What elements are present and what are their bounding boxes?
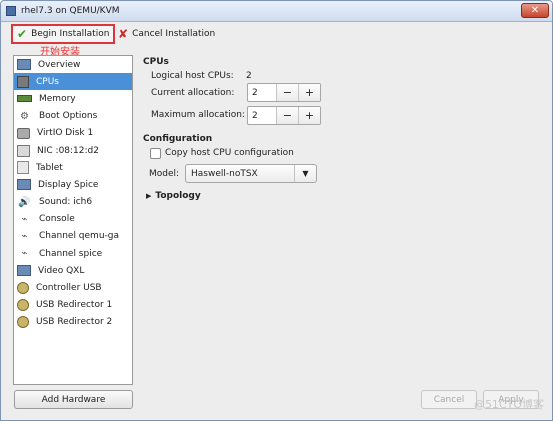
sidebar-item-label: Console [39, 214, 75, 225]
sidebar-item-virtio-disk[interactable]: VirtIO Disk 1 [14, 125, 132, 142]
increment-button[interactable]: + [298, 84, 320, 101]
sidebar-item-label: Channel qemu-ga [39, 231, 120, 242]
model-dropdown-value: Haswell-noTSX [191, 168, 258, 179]
sidebar-item-sound[interactable]: 🔊 Sound: ich6 [14, 194, 132, 211]
topology-label: Topology [155, 191, 201, 201]
sidebar-item-label: Channel spice [39, 248, 103, 259]
decrement-button[interactable]: − [276, 107, 298, 124]
sidebar-item-controller-usb[interactable]: Controller USB [14, 279, 132, 296]
app-icon [6, 6, 16, 16]
sidebar-item-tablet[interactable]: Tablet [14, 159, 132, 176]
model-label: Model: [149, 169, 180, 179]
cancel-installation-label: Cancel Installation [132, 29, 216, 39]
sidebar-item-channel-spice[interactable]: ⌁ Channel spice [14, 245, 132, 262]
memory-icon [17, 95, 32, 103]
cancel-x-icon: ✘ [118, 27, 129, 41]
current-allocation-label: Current allocation: [151, 88, 235, 98]
expand-arrow-icon: ▶ [146, 192, 152, 200]
sidebar-item-label: USB Redirector 2 [36, 317, 113, 328]
video-icon [17, 265, 31, 277]
tablet-icon [17, 161, 29, 175]
add-hardware-button[interactable]: Add Hardware [14, 390, 133, 409]
toolbar: ✔ Begin Installation ✘ Cancel Installati… [1, 22, 552, 48]
title-bar: rhel7.3 on QEMU/KVM ✕ [1, 1, 552, 22]
sidebar-item-usb-redirector-2[interactable]: USB Redirector 2 [14, 314, 132, 331]
sidebar-item-video-qxl[interactable]: Video QXL [14, 262, 132, 279]
begin-installation-button[interactable]: ✔ Begin Installation [11, 24, 116, 44]
sidebar-item-label: Memory [39, 93, 76, 104]
sidebar-item-label: VirtIO Disk 1 [37, 128, 94, 139]
begin-installation-label: Begin Installation [31, 29, 110, 39]
sound-icon: 🔊 [18, 196, 31, 208]
checkmark-icon: ✔ [17, 27, 28, 41]
current-allocation-spinner: 2 − + [247, 83, 321, 102]
model-dropdown[interactable]: Haswell-noTSX ▼ [185, 164, 317, 183]
maximum-allocation-input[interactable]: 2 [248, 107, 276, 124]
monitor-icon [17, 59, 31, 71]
gear-icon: ⚙ [20, 110, 29, 122]
chevron-down-icon: ▼ [294, 165, 316, 182]
sidebar-item-label: Overview [38, 59, 81, 70]
display-icon [17, 179, 31, 191]
sidebar-item-label: Controller USB [36, 283, 102, 294]
logical-host-cpus-value: 2 [246, 71, 252, 81]
sidebar-item-cpus[interactable]: CPUs [14, 73, 132, 91]
sidebar-item-label: Boot Options [39, 111, 98, 122]
increment-button[interactable]: + [298, 107, 320, 124]
sidebar-item-channel-qemu-ga[interactable]: ⌁ Channel qemu-ga [14, 228, 132, 245]
nic-icon [17, 144, 30, 157]
sidebar-item-nic[interactable]: NIC :08:12:d2 [14, 142, 132, 159]
window-title: rhel7.3 on QEMU/KVM [21, 6, 120, 16]
maximum-allocation-spinner: 2 − + [247, 106, 321, 125]
configuration-heading: Configuration [143, 134, 213, 144]
close-button[interactable]: ✕ [521, 3, 549, 18]
usb-icon [17, 316, 29, 329]
cpus-heading: CPUs [143, 57, 169, 67]
usb-icon [17, 299, 29, 312]
main-window: rhel7.3 on QEMU/KVM ✕ ✔ Begin Installati… [0, 0, 553, 421]
console-icon: ⌁ [21, 213, 28, 225]
disk-icon [17, 127, 30, 139]
details-panel: CPUs Logical host CPUs: 2 Current alloca… [143, 55, 543, 385]
sidebar-item-label: Display Spice [38, 179, 99, 190]
sidebar-item-label: USB Redirector 1 [36, 300, 113, 311]
current-allocation-input[interactable]: 2 [248, 84, 276, 101]
copy-host-cpu-label: Copy host CPU configuration [165, 148, 294, 158]
sidebar-item-label: Sound: ich6 [39, 197, 93, 208]
sidebar-item-label: CPUs [36, 76, 59, 87]
sidebar-item-label: Tablet [36, 162, 63, 173]
sidebar-item-overview[interactable]: Overview [14, 56, 132, 73]
watermark: @51CTO博客 [473, 398, 544, 411]
logical-host-cpus-label: Logical host CPUs: [151, 71, 234, 81]
sidebar-item-memory[interactable]: Memory [14, 90, 132, 107]
topology-expander[interactable]: ▶ Topology [146, 191, 201, 201]
hardware-list: Overview CPUs Memory ⚙ Boot Options Virt… [13, 55, 133, 385]
cpu-icon [17, 75, 29, 88]
controller-icon [17, 282, 29, 295]
sidebar-item-console[interactable]: ⌁ Console [14, 211, 132, 228]
sidebar-item-label: Video QXL [38, 265, 85, 276]
maximum-allocation-label: Maximum allocation: [151, 110, 245, 120]
sidebar-item-display-spice[interactable]: Display Spice [14, 176, 132, 193]
sidebar-item-usb-redirector-1[interactable]: USB Redirector 1 [14, 297, 132, 314]
sidebar-item-boot-options[interactable]: ⚙ Boot Options [14, 108, 132, 125]
cancel-button[interactable]: Cancel [421, 390, 477, 409]
channel-icon: ⌁ [21, 230, 28, 242]
copy-host-cpu-checkbox[interactable] [150, 148, 161, 159]
channel-icon: ⌁ [21, 248, 28, 260]
cancel-installation-button[interactable]: ✘ Cancel Installation [114, 24, 219, 44]
sidebar-item-label: NIC :08:12:d2 [37, 145, 99, 156]
decrement-button[interactable]: − [276, 84, 298, 101]
